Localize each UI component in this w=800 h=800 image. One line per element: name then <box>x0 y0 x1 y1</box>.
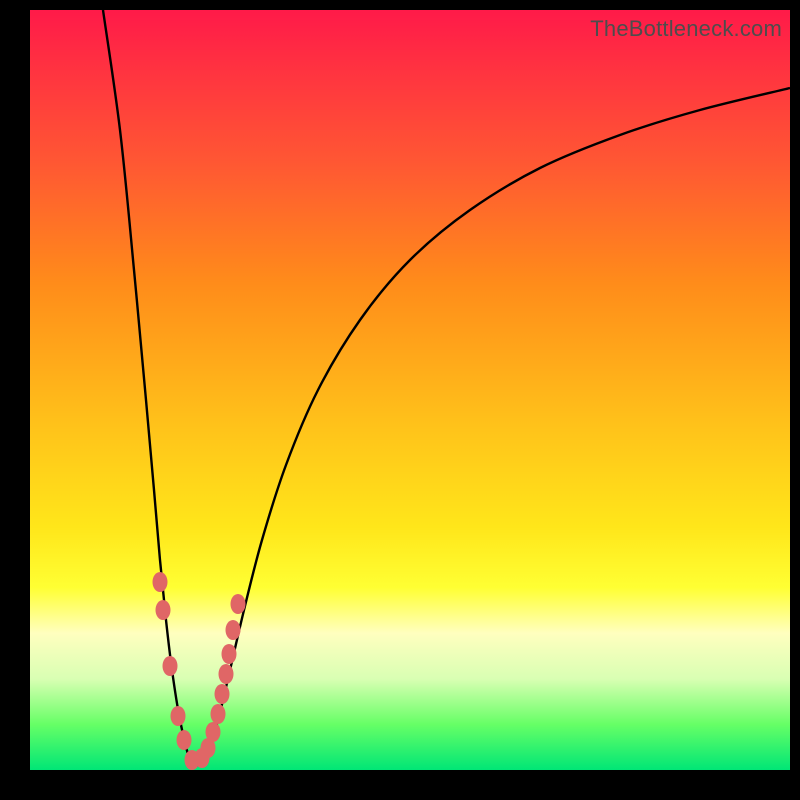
data-dot <box>156 600 171 620</box>
data-dot <box>222 644 237 664</box>
data-dot <box>171 706 186 726</box>
outer-frame: TheBottleneck.com <box>0 0 800 800</box>
data-dot <box>215 684 230 704</box>
dots-group <box>153 572 246 770</box>
data-dot <box>226 620 241 640</box>
data-dot <box>163 656 178 676</box>
data-dot <box>177 730 192 750</box>
data-dot <box>231 594 246 614</box>
data-dot <box>206 722 221 742</box>
data-dot <box>153 572 168 592</box>
data-dot <box>219 664 234 684</box>
data-dot <box>211 704 226 724</box>
bottleneck-chart <box>30 10 790 770</box>
plot-area: TheBottleneck.com <box>30 10 790 770</box>
curve-path <box>103 10 790 766</box>
